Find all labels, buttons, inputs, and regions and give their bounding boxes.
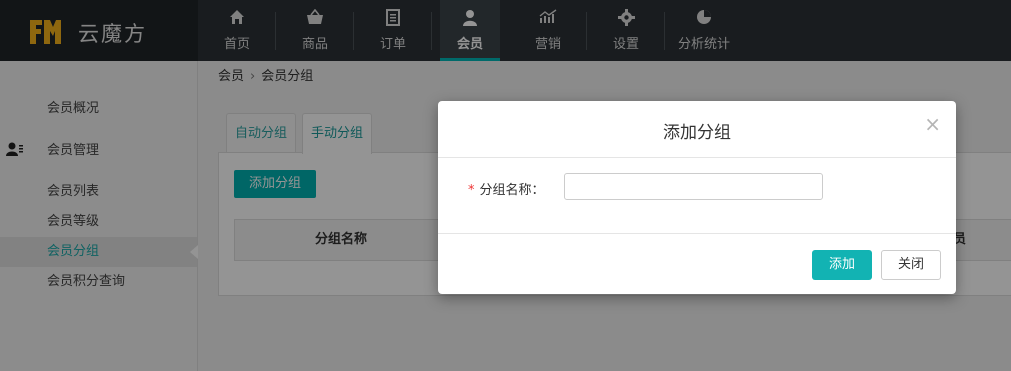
required-mark: * [468, 183, 475, 198]
close-button[interactable]: 关闭 [881, 250, 941, 280]
dialog-footer: 添加 关闭 [438, 233, 956, 295]
dialog-header: 添加分组 × [438, 101, 956, 158]
add-group-dialog: 添加分组 × * 分组名称： 添加 关闭 [438, 101, 956, 294]
group-name-input[interactable] [564, 173, 823, 200]
group-name-label: * 分组名称： [468, 183, 545, 198]
close-icon[interactable]: × [924, 114, 941, 134]
dialog-title: 添加分组 [663, 123, 731, 143]
add-button[interactable]: 添加 [812, 250, 872, 280]
